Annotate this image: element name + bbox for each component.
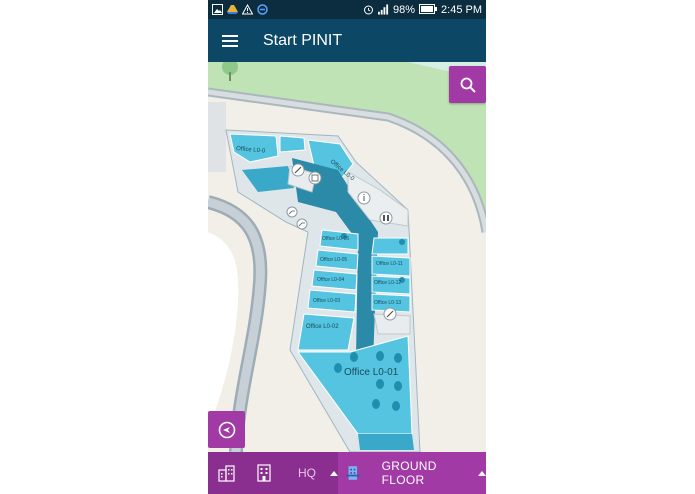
- hamburger-menu-icon: [222, 34, 238, 47]
- notification-icons: [212, 4, 268, 15]
- room-label-l002: Office L0-02: [306, 324, 339, 330]
- building-icon: [257, 464, 271, 482]
- indoor-map[interactable]: Office L0-0 Office L0-0 Office L0-06 Off…: [208, 59, 486, 453]
- room-label-l012: Office L0-12: [374, 280, 401, 286]
- room-label-l005: Office L0-05: [320, 257, 347, 263]
- room-label-l013: Office L0-13: [374, 300, 401, 306]
- app-bar: Start PINIT: [208, 19, 486, 62]
- search-button[interactable]: [449, 66, 486, 103]
- phone-screen: 98% 2:45 PM Start PINIT Office L0-0 Offi…: [208, 0, 486, 494]
- signal-icon: [378, 4, 389, 15]
- desk-1: [350, 352, 358, 362]
- battery-icon: [419, 4, 438, 15]
- floor-name: GROUND FLOOR: [381, 459, 437, 487]
- navigation-icon: [218, 421, 235, 438]
- floor-icon: [346, 466, 360, 480]
- desk-3: [394, 353, 402, 363]
- floor-dropdown-arrow-icon: [478, 470, 486, 476]
- room-label-l006: Office L0-06: [322, 236, 349, 242]
- clock: 2:45 PM: [441, 3, 482, 16]
- sync-icon: [257, 4, 268, 15]
- buildings-button[interactable]: [208, 452, 246, 494]
- side-strip: [208, 102, 226, 172]
- desk-2: [376, 351, 384, 361]
- edit-poi-icon[interactable]: [291, 163, 305, 177]
- hamburger-menu-button[interactable]: [208, 19, 252, 62]
- info-poi-icon[interactable]: [357, 191, 371, 205]
- tree-trunk: [229, 72, 231, 81]
- desk-5: [376, 379, 384, 389]
- alarm-icon: [363, 4, 374, 15]
- search-icon: [460, 77, 476, 93]
- room-label-l011: Office L0-11: [376, 261, 403, 267]
- warning-icon: [242, 4, 253, 15]
- room-top-small[interactable]: [279, 135, 306, 153]
- building-selector[interactable]: HQ: [282, 452, 338, 494]
- page-title: Start PINIT: [263, 31, 343, 49]
- room-label-l004: Office L0-04: [317, 277, 344, 283]
- city-buildings-icon: [218, 465, 235, 482]
- desk-8: [392, 401, 400, 411]
- room-l001-edge: [358, 434, 414, 450]
- desk-6: [394, 381, 402, 391]
- room-label-l001: Office L0-01: [344, 367, 399, 378]
- battery-percent: 98%: [393, 3, 416, 16]
- bottom-bar: HQ GROUND FLOOR: [208, 452, 486, 494]
- status-bar: 98% 2:45 PM: [208, 0, 486, 19]
- room-l002[interactable]: [297, 313, 355, 351]
- image-icon: [212, 4, 223, 15]
- edit-poi-icon-2[interactable]: [383, 307, 397, 321]
- building-dropdown-arrow-icon: [330, 470, 338, 476]
- stairs-poi-icon[interactable]: [286, 206, 298, 218]
- desk-7: [372, 399, 380, 409]
- stairs-poi-icon-2[interactable]: [296, 218, 308, 230]
- desk-11: [399, 239, 405, 245]
- elevator-poi-icon[interactable]: [308, 171, 322, 185]
- floor-selector[interactable]: GROUND FLOOR: [338, 452, 486, 494]
- building-name: HQ: [298, 466, 316, 480]
- restroom-poi-icon[interactable]: [379, 211, 393, 225]
- locate-button[interactable]: [208, 411, 245, 448]
- desk-4: [334, 363, 342, 373]
- drive-icon: [227, 4, 238, 15]
- room-label-l003: Office L0-03: [313, 298, 340, 304]
- building-button[interactable]: [246, 452, 282, 494]
- system-status: 98% 2:45 PM: [363, 4, 482, 16]
